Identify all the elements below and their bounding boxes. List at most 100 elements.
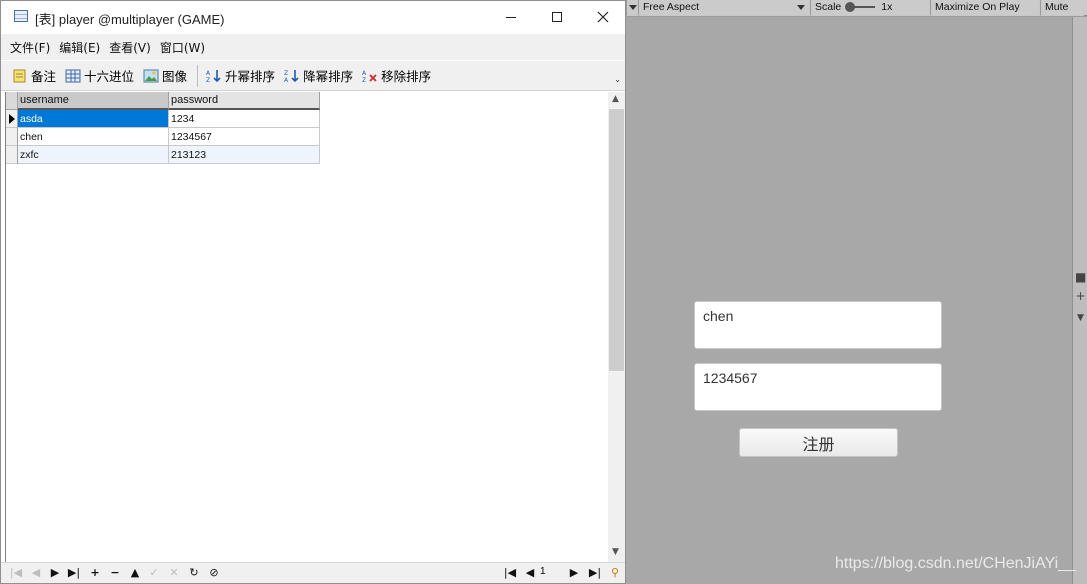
add-record-icon[interactable]: + bbox=[88, 566, 102, 580]
apply-changes-icon[interactable]: ▲ bbox=[128, 566, 142, 580]
previous-page-icon[interactable]: ◀ bbox=[523, 566, 537, 580]
image-button[interactable]: 图像 bbox=[143, 66, 187, 85]
username-input[interactable]: chen bbox=[694, 301, 942, 349]
cell-username[interactable]: asda bbox=[18, 110, 169, 128]
memo-label: 备注 bbox=[31, 69, 57, 84]
menu-edit[interactable]: 编辑(E) bbox=[59, 39, 100, 56]
row-indicator[interactable] bbox=[6, 110, 18, 128]
minimize-button[interactable] bbox=[488, 1, 534, 33]
window-title: [表] player @multiplayer (GAME) bbox=[35, 12, 225, 27]
register-button[interactable]: 注册 bbox=[739, 428, 898, 457]
previous-record-icon[interactable]: ◀ bbox=[29, 566, 43, 580]
svg-text:A: A bbox=[206, 70, 211, 77]
chevron-down-icon bbox=[797, 4, 805, 10]
watermark: https://blog.csdn.net/CHenJiAYi__ bbox=[835, 555, 1077, 572]
scroll-up-icon[interactable]: ▲ bbox=[612, 94, 619, 104]
hex-button[interactable]: 十六进位 bbox=[65, 66, 134, 85]
record-navigation-bar: |◀ ◀ ▶ ▶| + − ▲ ✓ ✕ ↻ ⊘ |◀ ◀ 1 ▶ ▶| ⚲ bbox=[1, 562, 625, 583]
svg-text:Z: Z bbox=[206, 77, 210, 83]
first-record-icon[interactable]: |◀ bbox=[9, 566, 23, 580]
grid-corner[interactable] bbox=[6, 92, 18, 110]
panel-icon[interactable]: ■ bbox=[1075, 271, 1086, 283]
cell-username[interactable]: zxfc bbox=[18, 146, 169, 164]
scrollbar-thumb[interactable] bbox=[609, 109, 624, 371]
toolbar-overflow-icon[interactable]: ⌄ bbox=[614, 75, 621, 84]
sort-asc-button[interactable]: AZ 升幂排序 bbox=[206, 66, 275, 85]
vertical-scrollbar[interactable]: ▲ ▼ bbox=[608, 92, 625, 562]
sort-descending-icon: ZA bbox=[284, 69, 299, 83]
password-input[interactable]: 1234567 bbox=[694, 363, 942, 411]
filter-icon[interactable]: ⚲ bbox=[608, 566, 622, 580]
close-button[interactable] bbox=[580, 1, 626, 33]
svg-text:A: A bbox=[284, 77, 289, 83]
password-value: 1234567 bbox=[703, 370, 758, 386]
page-number[interactable]: 1 bbox=[540, 566, 546, 577]
next-record-icon[interactable]: ▶ bbox=[48, 566, 62, 580]
image-icon bbox=[143, 69, 159, 82]
remove-sort-button[interactable]: AZ 移除排序 bbox=[362, 66, 431, 85]
sort-ascending-icon: AZ bbox=[206, 69, 221, 83]
refresh-icon[interactable]: ↻ bbox=[187, 566, 201, 580]
toolbar: 备注 十六进位 图像 AZ 升幂排序 ZA 降幂排序 AZ 移除排序 ⌄ bbox=[1, 61, 625, 91]
close-icon bbox=[597, 11, 609, 23]
hex-label: 十六进位 bbox=[84, 69, 135, 84]
delete-record-icon[interactable]: − bbox=[108, 566, 122, 580]
table-window: [表] player @multiplayer (GAME) 文件(F) 编辑(… bbox=[0, 0, 626, 584]
scale-slider[interactable]: Scale 1x bbox=[810, 0, 930, 16]
confirm-icon[interactable]: ✓ bbox=[147, 566, 161, 580]
column-header-username[interactable]: username bbox=[18, 92, 169, 110]
remove-sort-label: 移除排序 bbox=[381, 69, 432, 84]
scale-knob[interactable] bbox=[845, 2, 856, 12]
title-bar[interactable]: [表] player @multiplayer (GAME) bbox=[1, 1, 625, 33]
cell-username[interactable]: chen bbox=[18, 128, 169, 146]
remove-sort-icon: AZ bbox=[362, 70, 377, 83]
sort-desc-label: 降幂排序 bbox=[303, 69, 354, 84]
row-indicator[interactable] bbox=[6, 146, 18, 164]
row-indicator[interactable] bbox=[6, 128, 18, 146]
scale-track[interactable] bbox=[845, 2, 876, 12]
username-value: chen bbox=[703, 308, 734, 324]
table-row[interactable]: asda 1234 bbox=[6, 110, 320, 128]
table-icon bbox=[14, 10, 28, 22]
right-panel-strip: ■ + ▼ bbox=[1072, 17, 1087, 584]
table-row[interactable]: chen 1234567 bbox=[6, 128, 320, 146]
grid-icon bbox=[65, 69, 81, 82]
scale-label: Scale bbox=[815, 1, 842, 13]
cell-password[interactable]: 1234 bbox=[169, 110, 320, 128]
column-header-password[interactable]: password bbox=[169, 92, 320, 110]
menu-view[interactable]: 查看(V) bbox=[109, 39, 151, 56]
grid-header: username password bbox=[6, 92, 320, 110]
toolbar-dropdown-arrow[interactable] bbox=[626, 0, 638, 16]
cell-password[interactable]: 213123 bbox=[169, 146, 320, 164]
dropdown-arrow-icon[interactable]: ▼ bbox=[1075, 313, 1086, 324]
aspect-dropdown[interactable]: Free Aspect bbox=[638, 0, 810, 16]
cell-password[interactable]: 1234567 bbox=[169, 128, 320, 146]
mute-toggle[interactable]: Mute bbox=[1040, 0, 1084, 16]
svg-text:Z: Z bbox=[362, 77, 366, 83]
svg-text:Z: Z bbox=[284, 70, 288, 77]
sort-asc-label: 升幂排序 bbox=[225, 69, 276, 84]
maximize-button[interactable] bbox=[534, 1, 580, 33]
maximize-on-play-toggle[interactable]: Maximize On Play bbox=[930, 0, 1040, 16]
aspect-label: Free Aspect bbox=[643, 1, 700, 13]
menu-file[interactable]: 文件(F) bbox=[10, 39, 50, 56]
sort-desc-button[interactable]: ZA 降幂排序 bbox=[284, 66, 353, 85]
minimize-icon bbox=[506, 16, 516, 18]
add-icon[interactable]: + bbox=[1075, 290, 1086, 302]
last-page-icon[interactable]: ▶| bbox=[588, 566, 602, 580]
mute-label: Mute bbox=[1045, 1, 1069, 13]
image-label: 图像 bbox=[162, 69, 188, 84]
table-row[interactable]: zxfc 213123 bbox=[6, 146, 320, 164]
menu-window[interactable]: 窗口(W) bbox=[160, 39, 205, 56]
toolbar-separator bbox=[197, 64, 199, 87]
scroll-down-icon[interactable]: ▼ bbox=[612, 547, 619, 557]
discard-icon[interactable]: ✕ bbox=[167, 566, 181, 580]
memo-button[interactable]: 备注 bbox=[12, 66, 56, 85]
last-record-icon[interactable]: ▶| bbox=[67, 566, 81, 580]
next-page-icon[interactable]: ▶ bbox=[567, 566, 581, 580]
first-page-icon[interactable]: |◀ bbox=[503, 566, 517, 580]
scale-value: 1x bbox=[881, 1, 893, 13]
data-grid: username password asda 1234 chen 1234567… bbox=[5, 92, 608, 562]
svg-text:A: A bbox=[362, 70, 367, 77]
stop-icon[interactable]: ⊘ bbox=[207, 566, 221, 580]
